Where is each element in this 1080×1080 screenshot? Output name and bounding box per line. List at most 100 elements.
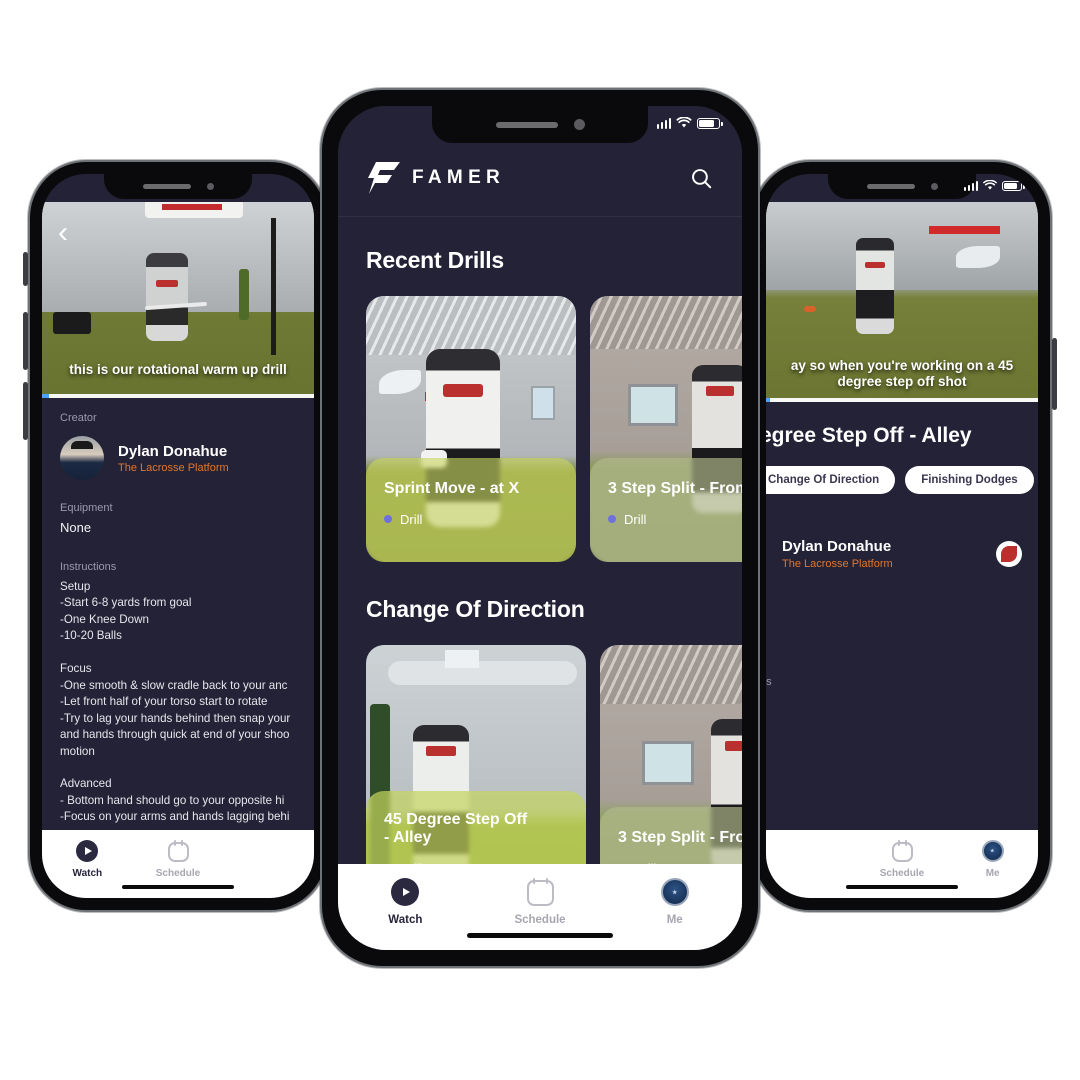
video-progress-bar[interactable] xyxy=(42,394,314,398)
tab-bar-left: Watch Schedule xyxy=(42,830,314,898)
video-frame-cone xyxy=(804,306,817,312)
tab-schedule-label: Schedule xyxy=(155,868,201,879)
home-indicator[interactable] xyxy=(846,885,958,889)
front-camera xyxy=(206,183,214,190)
status-bar-right xyxy=(963,180,1025,191)
avatar-cap-icon xyxy=(71,441,93,449)
video-player-right[interactable]: ay so when you're working on a 45 degree… xyxy=(766,202,1038,402)
thumb-roof-trusses xyxy=(600,645,742,704)
instructions-label: Instructions xyxy=(60,561,117,573)
card-meta: Drill xyxy=(608,512,742,527)
brand-lockup[interactable]: FAMER xyxy=(366,162,505,194)
creator-row[interactable]: Dylan Donahue The Lacrosse Platform xyxy=(766,538,1038,570)
partial-label-instructions: ns xyxy=(766,676,772,688)
thumb-athlete-chest-logo xyxy=(425,746,456,757)
section-change-of-direction: Change Of Direction 45 Degree Step Off -… xyxy=(338,562,742,911)
drill-detail-screen-right: ay so when you're working on a 45 degree… xyxy=(766,174,1038,898)
phone-left-volume-down-button[interactable] xyxy=(23,382,28,440)
earpiece-speaker xyxy=(142,184,191,189)
creator-org: The Lacrosse Platform xyxy=(782,558,893,570)
tab-me[interactable]: ★ Me xyxy=(607,878,742,926)
drill-detail-body-right: egree Step Off - Alley Change Of Directi… xyxy=(766,402,1038,760)
tab-bar-center: Watch Schedule ★ Me xyxy=(338,864,742,950)
creator-text: Dylan Donahue The Lacrosse Platform xyxy=(118,443,229,474)
profile-seal-avatar: ★ xyxy=(981,840,1004,862)
logo-inner-mark xyxy=(1001,546,1017,562)
video-frame-athlete-chest-logo xyxy=(864,262,885,268)
video-caption: this is our rotational warm up drill xyxy=(69,361,287,377)
chip-1[interactable]: Finishing Dodges xyxy=(905,466,1034,494)
phone-left-notch xyxy=(104,174,252,199)
status-bar-center xyxy=(656,117,723,129)
search-icon[interactable] xyxy=(689,166,714,191)
home-indicator[interactable] xyxy=(122,885,234,889)
phone-right: ay so when you're working on a 45 degree… xyxy=(752,160,1057,912)
phone-left-volume-up-button[interactable] xyxy=(23,312,28,370)
thumb-athlete-chest-logo xyxy=(724,740,742,751)
drill-type-dot-icon xyxy=(384,515,392,524)
wifi-icon xyxy=(983,180,997,190)
home-indicator[interactable] xyxy=(467,933,613,938)
card-title: 45 Degree Step Off - Alley xyxy=(384,811,528,846)
phone-center: FAMER Recent Drills Sprint Move - at X D… xyxy=(320,88,760,968)
instructions-text: Setup -Start 6-8 yards from goal -One Kn… xyxy=(60,580,291,824)
video-progress-fill xyxy=(766,398,771,402)
tab-watch-label: Watch xyxy=(388,914,423,926)
creator-label: Creator xyxy=(60,412,97,424)
equipment-label: Equipment xyxy=(60,502,113,514)
profile-seal-avatar: ★ xyxy=(660,878,689,906)
drill-type-dot-icon xyxy=(608,515,616,524)
tab-schedule[interactable]: Schedule xyxy=(857,840,948,879)
phone-right-screen: ay so when you're working on a 45 degree… xyxy=(766,174,1038,898)
back-button[interactable]: ‹ xyxy=(58,218,68,248)
brand-name: FAMER xyxy=(412,167,506,188)
card-title: Sprint Move - at X xyxy=(384,480,520,497)
tab-watch[interactable]: Watch xyxy=(338,878,473,926)
creator-row[interactable]: Dylan Donahue The Lacrosse Platform xyxy=(60,436,296,480)
tab-watch[interactable]: Watch xyxy=(42,840,133,879)
card-label: Sprint Move - at X Drill xyxy=(366,458,576,562)
drill-card[interactable]: 3 Step Split - From X Drill xyxy=(590,296,742,562)
drill-card[interactable]: Sprint Move - at X Drill xyxy=(366,296,576,562)
front-camera xyxy=(930,183,938,190)
video-caption: ay so when you're working on a 45 degree… xyxy=(790,357,1014,389)
video-frame-athlete-chest-logo xyxy=(156,280,179,288)
phone-left-mute-button[interactable] xyxy=(23,252,28,286)
phone-right-power-button[interactable] xyxy=(1052,338,1057,410)
thumb-window xyxy=(642,740,694,785)
calendar-icon xyxy=(891,840,913,862)
card-title: 3 Step Split - From X xyxy=(608,480,742,497)
famer-lightning-f-logo-icon xyxy=(368,162,400,194)
card-type: Drill xyxy=(624,511,647,527)
thumb-ceiling-duct xyxy=(388,660,578,685)
phone-right-notch xyxy=(828,174,976,199)
video-frame-athlete xyxy=(855,238,894,334)
battery-icon xyxy=(1002,181,1025,191)
card-type: Drill xyxy=(400,511,423,527)
creator-name: Dylan Donahue xyxy=(118,442,228,460)
video-progress-fill xyxy=(42,394,49,398)
thumb-vent-box xyxy=(445,650,480,669)
creator-name: Dylan Donahue xyxy=(782,538,892,555)
chip-0[interactable]: Change Of Direction xyxy=(766,466,896,494)
phone-left-screen: ‹ this is our rotational warm up drill C… xyxy=(42,174,314,898)
lacrosse-platform-logo-icon xyxy=(996,541,1022,567)
video-frame-pole xyxy=(238,268,249,320)
tab-schedule[interactable]: Schedule xyxy=(473,878,608,926)
phone-center-screen: FAMER Recent Drills Sprint Move - at X D… xyxy=(338,106,742,950)
card-row-recent[interactable]: Sprint Move - at X Drill 3 Step Split - … xyxy=(366,296,742,562)
video-player-left[interactable]: ‹ this is our rotational warm up drill xyxy=(42,202,314,398)
cellular-signal-icon xyxy=(656,118,671,129)
card-meta: Drill xyxy=(384,512,558,527)
tab-schedule[interactable]: Schedule xyxy=(133,840,224,879)
video-progress-bar[interactable] xyxy=(766,398,1038,402)
tab-me-label: Me xyxy=(666,914,683,926)
phone-center-notch xyxy=(432,106,648,143)
partial-label-equipment: t xyxy=(766,606,1038,618)
section-title: Change Of Direction xyxy=(366,596,585,622)
video-frame-netting xyxy=(270,217,276,355)
calendar-icon xyxy=(526,878,554,906)
tab-me[interactable]: ★ Me xyxy=(947,840,1038,879)
creator-text: Dylan Donahue The Lacrosse Platform xyxy=(782,538,893,570)
drill-detail-body-left: Creator Dylan Donahue The Lacrosse Platf… xyxy=(42,398,314,826)
